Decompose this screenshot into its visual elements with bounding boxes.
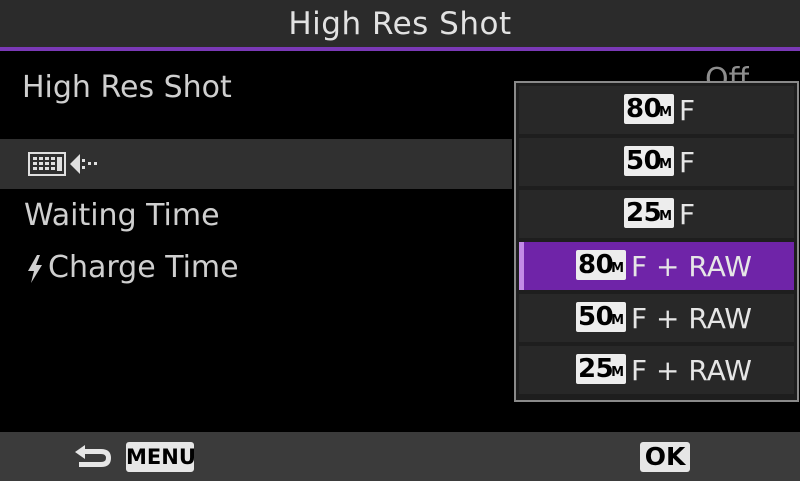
back-arrow-icon[interactable] (73, 442, 115, 474)
option-25m-f-raw[interactable]: 25 M F + RAW (519, 346, 794, 394)
menu-item-label: High Res Shot (22, 70, 232, 105)
size-badge: 50 M (624, 146, 674, 176)
menu-item-value: Off (705, 62, 750, 82)
image-quality-popup: 80 M F 50 M F 25 M F 80 M F + RAW 50 M F + RA… (514, 81, 799, 402)
quality-label: F + RAW (631, 354, 752, 387)
size-badge: 25 M (576, 354, 626, 384)
ok-button[interactable]: OK (640, 442, 690, 472)
menu-item-charge-time[interactable]: Charge Time (0, 244, 512, 294)
quality-label: F + RAW (631, 302, 752, 335)
quality-label: F (679, 146, 696, 179)
option-80m-f-raw[interactable]: 80 M F + RAW (519, 242, 794, 290)
menu-button[interactable]: MENU (126, 442, 196, 472)
option-25m-f[interactable]: 25 M F (519, 190, 794, 238)
screen-title: High Res Shot (288, 6, 512, 42)
menu-item-label: Charge Time (48, 250, 239, 285)
menu-item-mode[interactable] (0, 139, 512, 189)
high-res-mode-icon (28, 150, 108, 182)
size-badge: 80 M (624, 94, 674, 124)
quality-label: F (679, 198, 696, 231)
menu-item-label: Waiting Time (24, 198, 220, 233)
quality-label: F (679, 94, 696, 127)
size-badge: 80 M (576, 250, 626, 280)
footer-bar: MENU OK (0, 432, 800, 481)
option-80m-f[interactable]: 80 M F (519, 86, 794, 134)
size-badge: 50 M (576, 302, 626, 332)
title-divider (0, 47, 800, 51)
size-badge: 25 M (624, 198, 674, 228)
flash-icon (26, 254, 44, 288)
menu-item-waiting-time[interactable]: Waiting Time (0, 192, 512, 242)
quality-label: F + RAW (631, 250, 752, 283)
title-bar: High Res Shot (0, 0, 800, 47)
selection-marker (519, 242, 524, 290)
option-50m-f[interactable]: 50 M F (519, 138, 794, 186)
menu-item-high-res-shot[interactable]: High Res Shot (0, 62, 512, 114)
option-50m-f-raw[interactable]: 50 M F + RAW (519, 294, 794, 342)
